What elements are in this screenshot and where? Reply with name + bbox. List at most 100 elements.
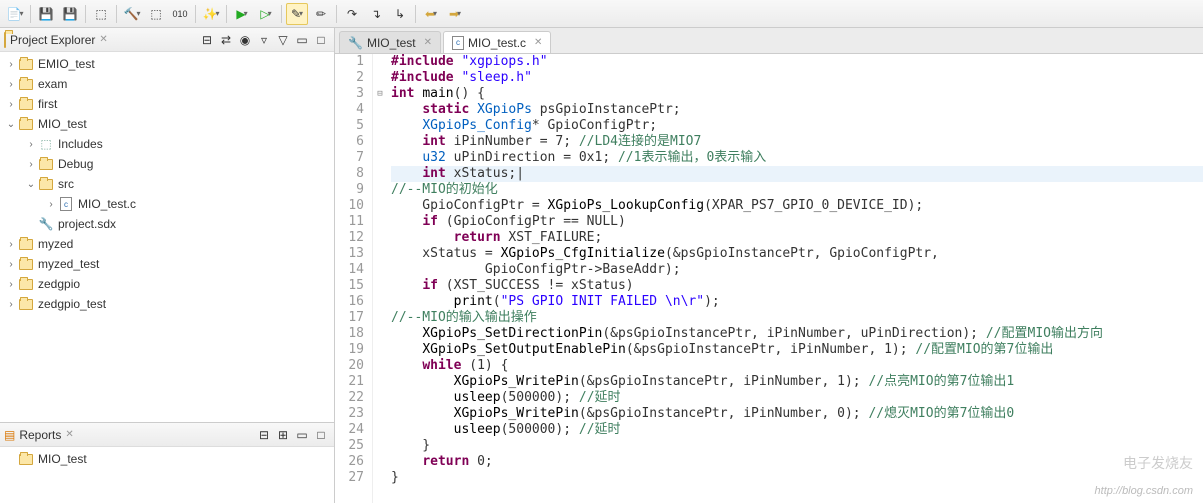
watermark-url: http://blog.csdn.com bbox=[1095, 485, 1193, 497]
tree-item-label: first bbox=[38, 97, 57, 111]
reports-panel: ▤ Reports ✕ ⊟ ⊞ ▭ □ MIO_test bbox=[0, 423, 334, 503]
highlight-icon[interactable]: ✏ bbox=[310, 3, 332, 25]
folder-icon bbox=[38, 156, 54, 172]
save-icon[interactable]: 💾 bbox=[35, 3, 57, 25]
hammer-icon[interactable]: 🔨▾ bbox=[121, 3, 143, 25]
tree-item-src[interactable]: ⌄ src bbox=[0, 174, 334, 194]
expand-icon[interactable]: ⊟ bbox=[255, 426, 273, 444]
code-editor[interactable]: #include "xgpiops.h"#include "sleep.h"in… bbox=[387, 54, 1203, 503]
tree-item-project-sdx[interactable]: 🔧 project.sdx bbox=[0, 214, 334, 234]
tree-item-label: myzed bbox=[38, 237, 73, 251]
tree-item-includes[interactable]: ›⬚ Includes bbox=[0, 134, 334, 154]
reports-icon: ▤ bbox=[4, 428, 15, 442]
filter-icon[interactable]: ▿ bbox=[255, 31, 273, 49]
main-toolbar: 📄▾ 💾 💾 ⬚ 🔨▾ ⬚ 010 ✨▾ ▶▾ ▷▾ ✎▾ ✏ ↷ ↴ ↳ ⬅▾… bbox=[0, 0, 1203, 28]
tree-item-debug[interactable]: › Debug bbox=[0, 154, 334, 174]
run-alt-icon[interactable]: ▷▾ bbox=[255, 3, 277, 25]
tree-item-label: exam bbox=[38, 77, 67, 91]
expand-arrow-icon[interactable]: › bbox=[44, 199, 58, 210]
expand-arrow-icon[interactable]: › bbox=[4, 79, 18, 90]
tree-item-label: Includes bbox=[58, 137, 103, 151]
focus-icon[interactable]: ◉ bbox=[236, 31, 254, 49]
tree-item-zedgpio[interactable]: › zedgpio bbox=[0, 274, 334, 294]
forward-icon[interactable]: ➡▾ bbox=[444, 3, 466, 25]
tree-item-label: zedgpio bbox=[38, 277, 80, 291]
tree-item-label: myzed_test bbox=[38, 257, 99, 271]
expand-arrow-icon[interactable]: ⌄ bbox=[4, 119, 18, 130]
project-explorer-panel: Project Explorer ✕ ⊟ ⇄ ◉ ▿ ▽ ▭ □ ›EMIO_t… bbox=[0, 28, 334, 423]
sdx-icon: 🔧 bbox=[38, 216, 54, 232]
expand-arrow-icon[interactable]: › bbox=[24, 159, 38, 170]
target-icon[interactable]: ⬚ bbox=[145, 3, 167, 25]
step-over-icon[interactable]: ↷ bbox=[341, 3, 363, 25]
tree-item-first[interactable]: › first bbox=[0, 94, 334, 114]
tree-item-emio-test[interactable]: ›EMIO_test bbox=[0, 54, 334, 74]
cfile-icon: c bbox=[58, 196, 74, 212]
010-icon[interactable]: 010 bbox=[169, 3, 191, 25]
maximize-icon[interactable]: □ bbox=[312, 426, 330, 444]
collapse-all-icon[interactable]: ⊟ bbox=[198, 31, 216, 49]
report-label: MIO_test bbox=[38, 452, 87, 466]
tab-mio-test-c[interactable]: cMIO_test.c✕ bbox=[443, 31, 551, 53]
menu-icon[interactable]: ▽ bbox=[274, 31, 292, 49]
minimize-icon[interactable]: ▭ bbox=[293, 31, 311, 49]
maximize-icon[interactable]: □ bbox=[312, 31, 330, 49]
close-icon[interactable]: ✕ bbox=[424, 37, 432, 48]
step-out-icon[interactable]: ↳ bbox=[389, 3, 411, 25]
folder-icon bbox=[18, 76, 34, 92]
tree-item-myzed-test[interactable]: › myzed_test bbox=[0, 254, 334, 274]
tree-item-myzed[interactable]: › myzed bbox=[0, 234, 334, 254]
expand-arrow-icon[interactable]: › bbox=[4, 259, 18, 270]
fold-gutter: ⊟ bbox=[373, 54, 387, 503]
expand-arrow-icon[interactable]: › bbox=[4, 99, 18, 110]
wand-icon[interactable]: ✎▾ bbox=[286, 3, 308, 25]
expand-arrow-icon[interactable]: › bbox=[4, 59, 18, 70]
run-icon[interactable]: ▶▾ bbox=[231, 3, 253, 25]
folder-icon bbox=[18, 451, 34, 467]
tab-label: MIO_test.c bbox=[468, 36, 526, 50]
close-icon[interactable]: ✕ bbox=[65, 429, 73, 440]
minimize-icon[interactable]: ▭ bbox=[293, 426, 311, 444]
folder-icon bbox=[18, 96, 34, 112]
step-into-icon[interactable]: ↴ bbox=[365, 3, 387, 25]
tree-item-label: MIO_test.c bbox=[78, 197, 136, 211]
reports-title: Reports bbox=[19, 428, 61, 442]
report-item[interactable]: MIO_test bbox=[0, 449, 334, 469]
expand-arrow-icon[interactable]: ⌄ bbox=[24, 179, 38, 190]
binary-icon[interactable]: ⬚ bbox=[90, 3, 112, 25]
tree-item-mio-test-c[interactable]: ›c MIO_test.c bbox=[0, 194, 334, 214]
save-all-icon[interactable]: 💾 bbox=[59, 3, 81, 25]
expand-arrow-icon[interactable]: › bbox=[4, 299, 18, 310]
tree-item-zedgpio-test[interactable]: › zedgpio_test bbox=[0, 294, 334, 314]
tree-item-exam[interactable]: › exam bbox=[0, 74, 334, 94]
close-icon[interactable]: ✕ bbox=[534, 37, 542, 48]
tree-item-label: MIO_test bbox=[38, 117, 87, 131]
back-icon[interactable]: ⬅▾ bbox=[420, 3, 442, 25]
magic-icon[interactable]: ✨▾ bbox=[200, 3, 222, 25]
tab-mio-test[interactable]: 🔧MIO_test✕ bbox=[339, 31, 441, 53]
tab-label: MIO_test bbox=[367, 36, 416, 50]
link-icon[interactable]: ⇄ bbox=[217, 31, 235, 49]
folder-icon bbox=[4, 33, 6, 47]
folder-icon bbox=[18, 236, 34, 252]
explorer-title: Project Explorer bbox=[10, 33, 95, 47]
tree-item-label: zedgpio_test bbox=[38, 297, 106, 311]
collapse-icon[interactable]: ⊞ bbox=[274, 426, 292, 444]
tree-item-label: src bbox=[58, 177, 74, 191]
expand-arrow-icon[interactable]: › bbox=[4, 279, 18, 290]
expand-arrow-icon[interactable]: › bbox=[4, 239, 18, 250]
folder-icon bbox=[38, 176, 54, 192]
folder-icon bbox=[18, 116, 34, 132]
folder-icon bbox=[18, 276, 34, 292]
tree-item-label: project.sdx bbox=[58, 217, 116, 231]
includes-icon: ⬚ bbox=[38, 136, 54, 152]
new-icon[interactable]: 📄▾ bbox=[4, 3, 26, 25]
folder-icon bbox=[18, 56, 34, 72]
watermark-logo: 电子发烧友 bbox=[1123, 453, 1193, 473]
line-gutter: 1234567891011121314151617181920212223242… bbox=[335, 54, 373, 503]
tree-item-mio-test[interactable]: ⌄ MIO_test bbox=[0, 114, 334, 134]
close-icon[interactable]: ✕ bbox=[99, 34, 107, 45]
editor-tabs: 🔧MIO_test✕cMIO_test.c✕ bbox=[335, 28, 1203, 54]
expand-arrow-icon[interactable]: › bbox=[24, 139, 38, 150]
tree-item-label: Debug bbox=[58, 157, 93, 171]
